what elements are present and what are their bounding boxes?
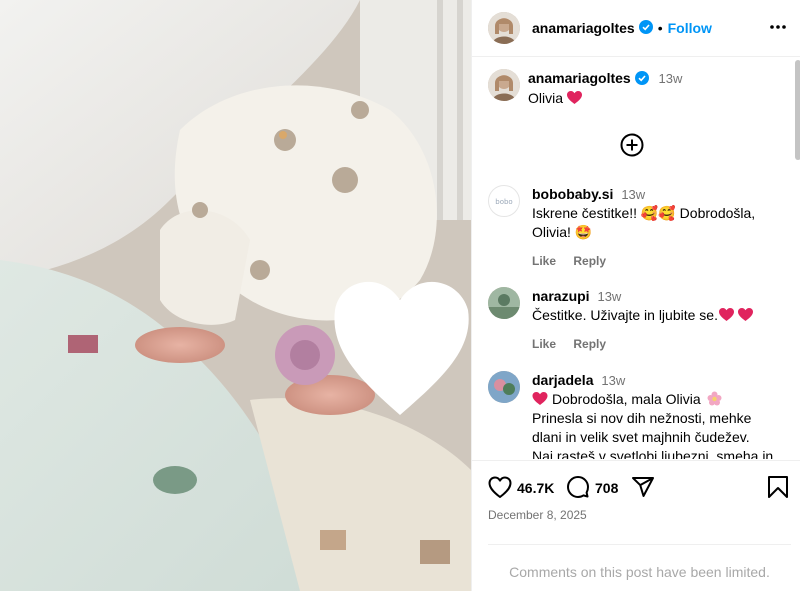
like-comment-button[interactable]: Like xyxy=(532,337,556,351)
red-heart-icon xyxy=(566,90,582,106)
comment-text: Dobrodošla, mala Olivia xyxy=(552,391,701,407)
caption: anamariagoltes 13w Olivia xyxy=(488,69,788,108)
commenter-avatar[interactable]: bobo xyxy=(488,185,520,217)
post-image[interactable] xyxy=(0,0,471,591)
post-actions: 46.7K 708 December 8, 2025 Comments on t… xyxy=(472,460,800,591)
comment-item: narazupi 13w Čestitke. Uživajte in ljubi… xyxy=(488,287,788,354)
save-bookmark-icon[interactable] xyxy=(767,475,789,504)
verified-badge-icon xyxy=(634,70,653,86)
comment-item: bobo bobobaby.si 13w Iskrene čestitke!! … xyxy=(488,185,788,271)
heart-ribbon-icon xyxy=(532,391,552,407)
comment-item: darjadela 13w Dobrodošla, mala Olivia Pr… xyxy=(488,371,788,459)
like-icon[interactable] xyxy=(488,476,512,503)
post-side-panel: anamariagoltes • Follow anamariagoltes 1… xyxy=(471,0,800,591)
comment-text-3: dlani in velik svet majhnih čudežev. xyxy=(532,429,750,445)
comment-time[interactable]: 13w xyxy=(601,373,625,388)
comment-text: Čestitke. Uživajte in ljubite se. xyxy=(532,307,718,323)
comments-count[interactable]: 708 xyxy=(595,480,618,496)
comment-text-4: Naj rasteš v svetlobi ljubezni, smeha in xyxy=(532,448,774,459)
comments-limited-notice: Comments on this post have been limited. xyxy=(488,544,791,592)
like-comment-button[interactable]: Like xyxy=(532,254,556,268)
flower-icon xyxy=(701,391,722,407)
post-photo-illustration xyxy=(0,0,471,591)
comment-text-2: Prinesla si nov dih nežnosti, mehke xyxy=(532,410,752,426)
separator-dot: • xyxy=(657,20,663,36)
commenter-avatar[interactable] xyxy=(488,287,520,319)
commenter-username[interactable]: narazupi xyxy=(532,288,590,304)
reply-button[interactable]: Reply xyxy=(573,337,606,351)
load-more-comments-icon[interactable] xyxy=(620,133,644,162)
red-heart-icon xyxy=(718,307,734,323)
comment-text-2: Olivia! 🤩 xyxy=(532,224,593,240)
commenter-username[interactable]: bobobaby.si xyxy=(532,186,613,202)
comment-time[interactable]: 13w xyxy=(621,187,645,202)
svg-text:bobo: bobo xyxy=(495,198,512,206)
reply-button[interactable]: Reply xyxy=(573,254,606,268)
likes-count[interactable]: 46.7K xyxy=(517,480,554,496)
commenter-avatar[interactable] xyxy=(488,371,520,403)
caption-time[interactable]: 13w xyxy=(659,71,683,86)
more-options-icon[interactable] xyxy=(769,18,787,41)
red-heart-icon xyxy=(734,307,753,323)
commenter-username[interactable]: darjadela xyxy=(532,372,593,388)
post-date[interactable]: December 8, 2025 xyxy=(488,508,587,522)
author-avatar[interactable] xyxy=(488,12,520,44)
caption-username[interactable]: anamariagoltes xyxy=(528,70,631,86)
verified-badge-icon xyxy=(638,19,653,37)
caption-text: Olivia xyxy=(528,90,564,106)
comment-icon[interactable] xyxy=(566,475,590,504)
comment-time[interactable]: 13w xyxy=(597,289,621,304)
follow-button[interactable]: Follow xyxy=(668,20,712,36)
author-username[interactable]: anamariagoltes xyxy=(532,20,635,36)
comments-list[interactable]: anamariagoltes 13w Olivia bobo bobobaby.… xyxy=(472,57,800,459)
comment-text: Iskrene čestitke!! 🥰🥰 Dobrodošla, xyxy=(532,205,756,221)
comments-scrollbar[interactable] xyxy=(795,60,800,160)
caption-avatar[interactable] xyxy=(488,69,520,101)
post-header: anamariagoltes • Follow xyxy=(472,0,800,57)
share-icon[interactable] xyxy=(631,475,655,504)
